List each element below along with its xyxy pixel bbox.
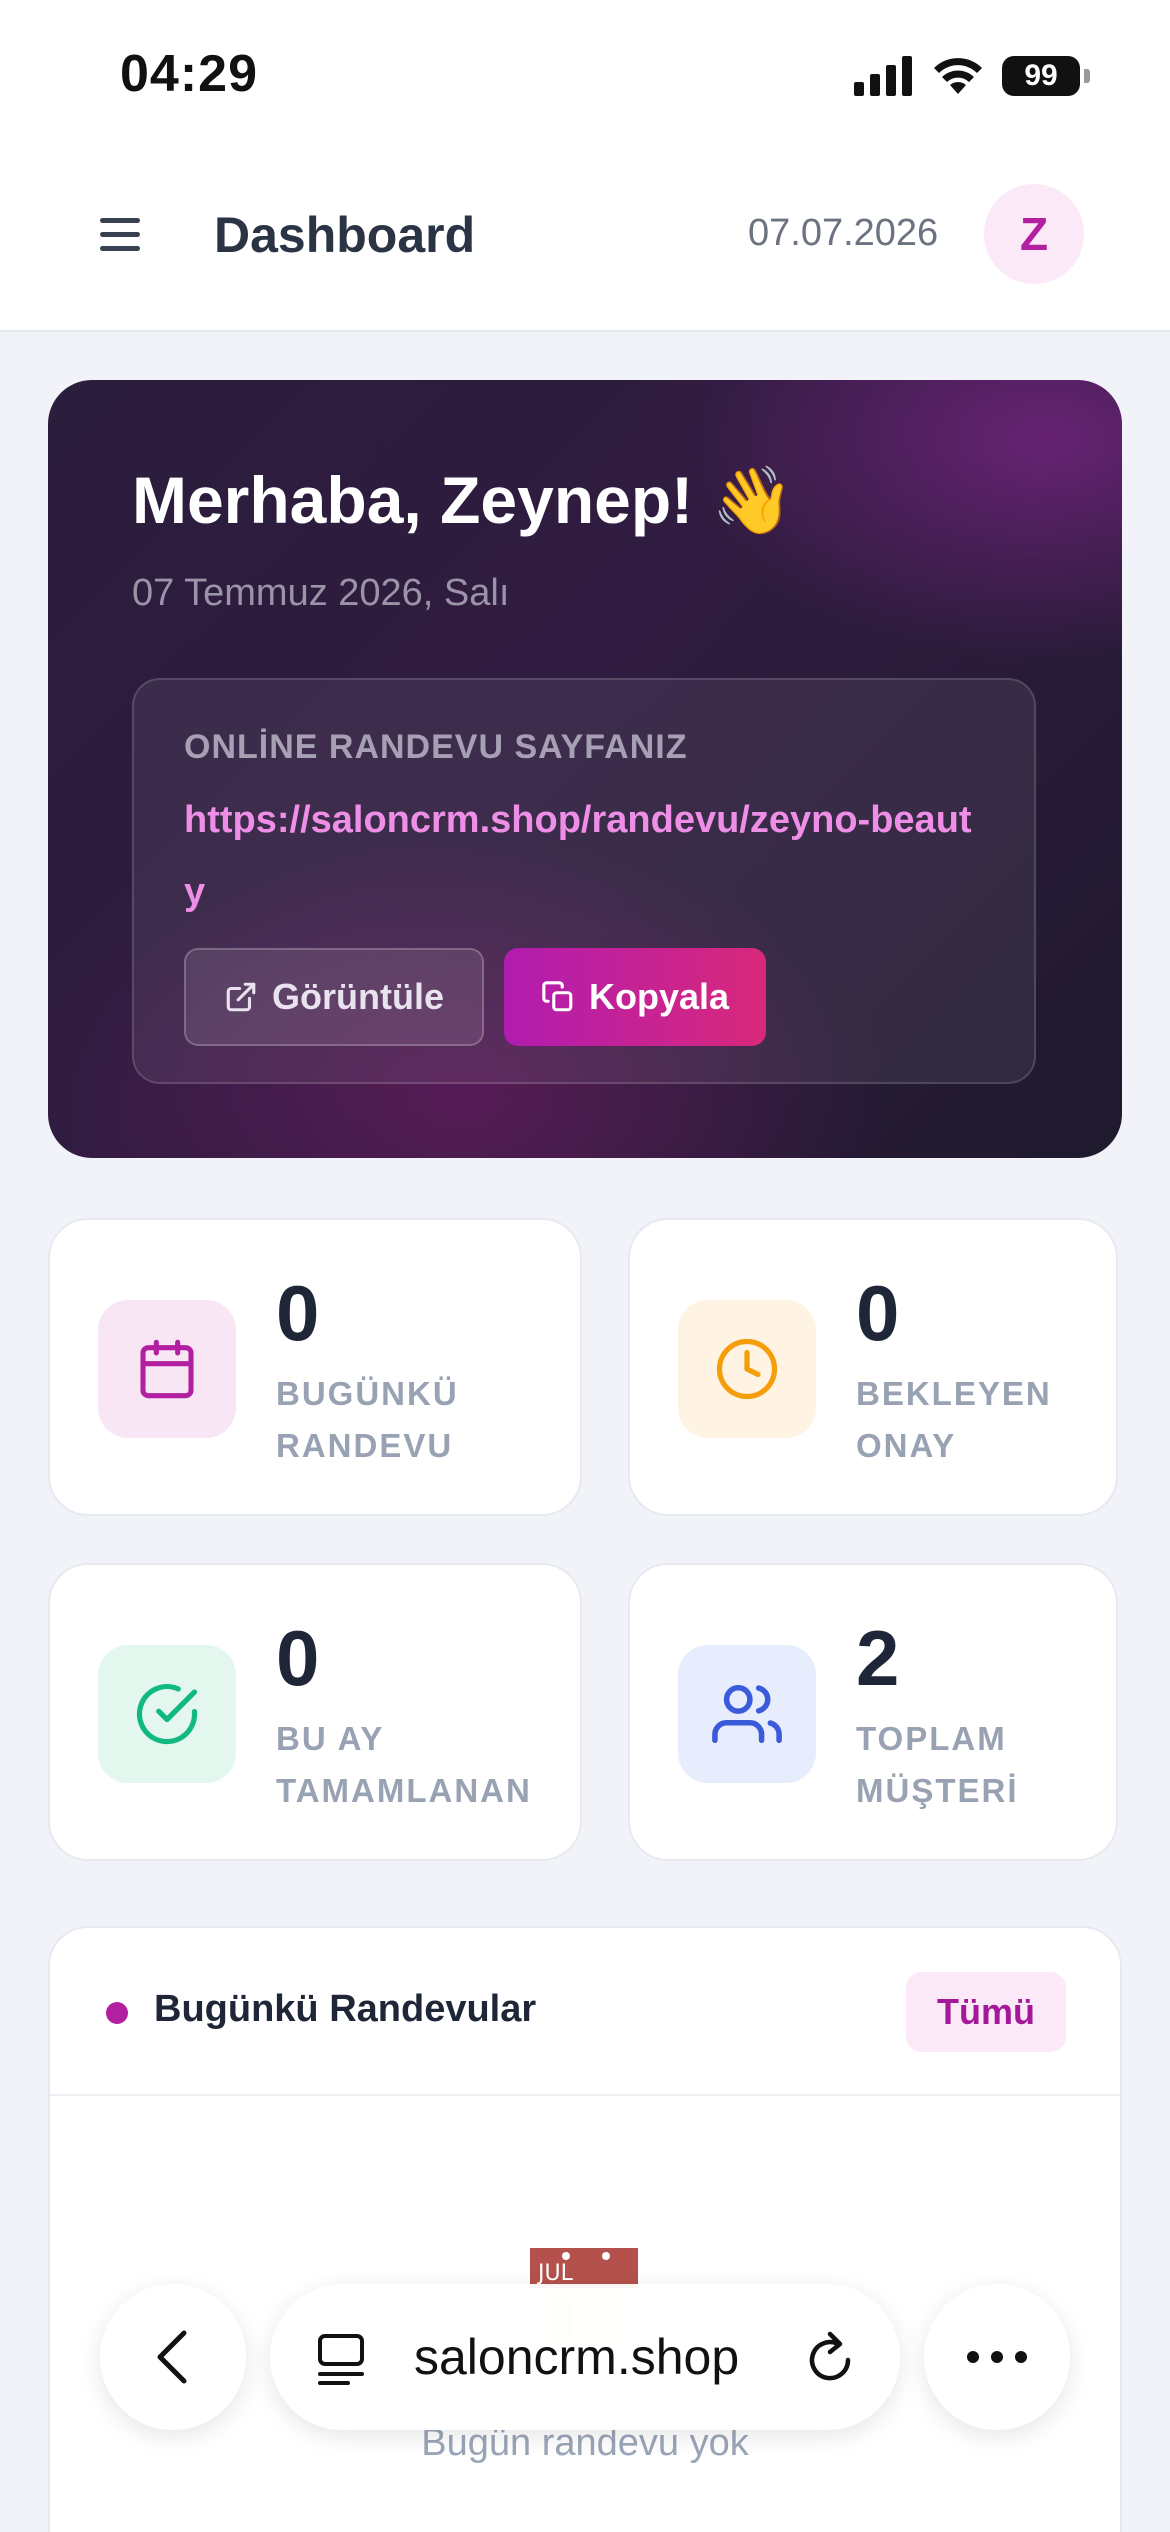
stat-card-completed-this-month[interactable]: 0 BU AY TAMAMLANAN [48,1563,582,1861]
stat-label: TOPLAM MÜŞTERİ [856,1720,1019,1809]
wifi-icon [934,58,982,94]
appointments-title: Bugünkü Randevular [154,1988,537,2030]
header-date: 07.07.2026 [748,212,939,254]
stat-value: 0 [276,1614,320,1702]
view-button[interactable]: Görüntüle [184,948,484,1046]
appointments-header: Bugünkü Randevular Tümü [50,1928,1120,2096]
stat-label: BUGÜNKÜ RANDEVU [276,1375,459,1464]
calendar-month: JUL [536,2261,574,2286]
copy-button-label: Kopyala [588,976,730,1017]
greeting-text: Merhaba, Zeynep! 👋 [132,463,794,537]
address-bar[interactable]: saloncrm.shop [270,2284,900,2430]
today-appointments-panel: Bugünkü Randevular Tümü JUL Bugün randev… [48,1926,1122,2532]
view-all-button[interactable]: Tümü [906,1972,1066,2052]
page-title: Dashboard [214,207,476,263]
external-link-icon [226,982,256,1012]
menu-icon-bar [100,246,140,251]
calendar-icon [98,1300,236,1438]
users-icon [678,1645,816,1783]
status-dot [106,2002,128,2024]
stat-value: 0 [856,1269,900,1357]
booking-link-url[interactable]: https://saloncrm.shop/randevu/zeyno-beau… [184,784,984,928]
stat-value: 0 [276,1269,320,1357]
back-button[interactable] [100,2284,246,2430]
stat-label: BU AY TAMAMLANAN [276,1720,532,1809]
stat-card-today-appointments[interactable]: 0 BUGÜNKÜ RANDEVU [48,1218,582,1516]
clock-icon [678,1300,816,1438]
stat-card-total-customers[interactable]: 2 TOPLAM MÜŞTERİ [628,1563,1118,1861]
copy-button[interactable]: Kopyala [504,948,766,1046]
app-header: Dashboard 07.07.2026 Z [0,150,1170,332]
signal-icon [854,56,912,96]
reload-icon[interactable] [804,2328,860,2388]
stat-card-pending-approval[interactable]: 0 BEKLEYEN ONAY [628,1218,1118,1516]
more-options-button[interactable] [924,2284,1070,2430]
stat-label: BEKLEYEN ONAY [856,1375,1052,1464]
booking-link-label: ONLİNE RANDEVU SAYFANIZ [184,728,688,766]
menu-icon-bar [100,218,140,223]
status-time: 04:29 [120,45,258,103]
menu-button[interactable] [100,218,148,266]
battery-level: 99 [1024,59,1058,92]
copy-icon [542,981,573,1012]
check-circle-icon [98,1645,236,1783]
view-button-label: Görüntüle [272,976,444,1017]
status-icons: 99 [854,52,1090,100]
menu-icon-bar [100,232,140,237]
stat-value: 2 [856,1614,900,1702]
more-icon [967,2351,1027,2363]
battery-tip [1084,69,1090,83]
avatar[interactable]: Z [984,184,1084,284]
hero-date: 07 Temmuz 2026, Salı [132,572,510,614]
booking-link-box: ONLİNE RANDEVU SAYFANIZ https://saloncrm… [132,678,1036,1084]
welcome-card: Merhaba, Zeynep! 👋 07 Temmuz 2026, Salı … [48,380,1122,1158]
battery-indicator: 99 [1002,56,1080,96]
url-text[interactable]: saloncrm.shop [414,2328,739,2386]
chevron-left-icon [157,2330,187,2384]
tabs-icon[interactable] [316,2332,366,2386]
status-bar: 04:29 99 [0,0,1170,150]
